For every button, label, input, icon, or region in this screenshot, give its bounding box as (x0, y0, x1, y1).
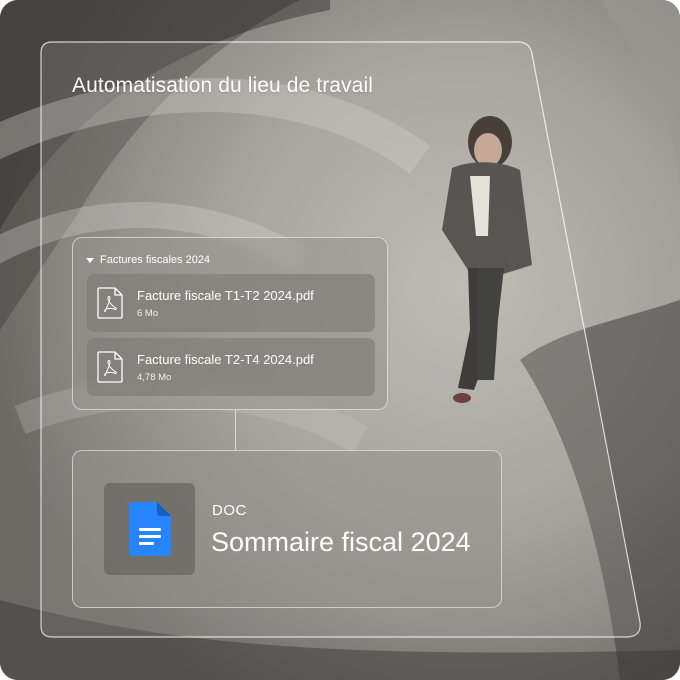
file-row[interactable]: Facture fiscale T1-T2 2024.pdf 6 Mo (87, 274, 375, 332)
folder-card: Factures fiscales 2024 Facture fiscale T… (72, 237, 388, 410)
document-title: Sommaire fiscal 2024 (211, 527, 471, 557)
file-size: 4,78 Mo (137, 371, 172, 383)
folder-header[interactable]: Factures fiscales 2024 (86, 254, 210, 266)
document-type: DOC (212, 502, 247, 519)
caret-down-icon[interactable] (86, 257, 94, 263)
document-card[interactable]: DOC Sommaire fiscal 2024 (72, 450, 502, 608)
file-row[interactable]: Facture fiscale T2-T4 2024.pdf 4,78 Mo (87, 338, 375, 396)
pdf-icon (97, 351, 123, 383)
google-docs-icon (128, 502, 171, 556)
file-size: 6 Mo (137, 307, 159, 319)
connector-line (235, 410, 236, 450)
file-name: Facture fiscale T1-T2 2024.pdf (137, 287, 314, 303)
pdf-icon (97, 287, 123, 319)
page-title: Automatisation du lieu de travail (72, 74, 373, 97)
file-name: Facture fiscale T2-T4 2024.pdf (137, 351, 314, 367)
hero-image: Automatisation du lieu de travail Factur… (0, 0, 680, 680)
document-thumbnail (104, 483, 195, 575)
folder-name: Factures fiscales 2024 (100, 254, 211, 266)
